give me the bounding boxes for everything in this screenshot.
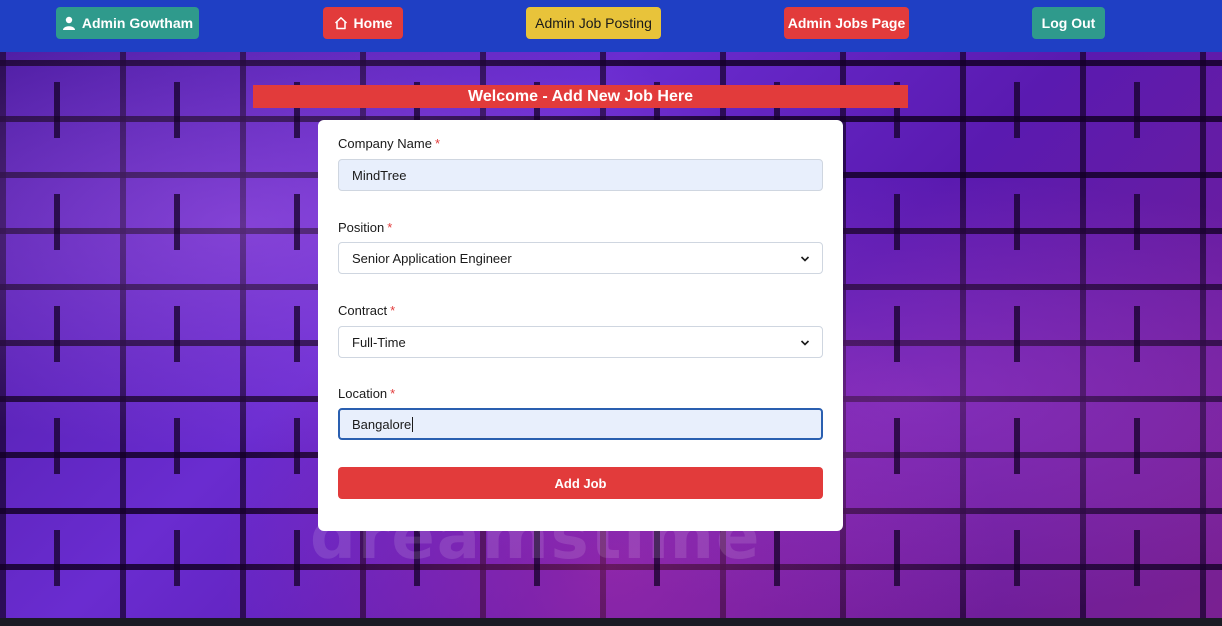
contract-value: Full-Time — [352, 334, 406, 350]
admin-profile-button[interactable]: Admin Gowtham — [56, 7, 199, 39]
contract-label: Contract * — [338, 303, 396, 318]
position-label: Position * — [338, 220, 393, 235]
user-icon — [62, 16, 76, 30]
logout-label: Log Out — [1041, 15, 1096, 31]
location-input[interactable]: Bangalore — [338, 408, 823, 440]
navbar: Admin Gowtham Home Admin Job Posting Adm… — [0, 0, 1222, 52]
location-label: Location * — [338, 386, 396, 401]
chevron-down-icon — [800, 256, 810, 262]
position-select[interactable]: Senior Application Engineer — [338, 242, 823, 274]
admin-jobs-page-button[interactable]: Admin Jobs Page — [784, 7, 909, 39]
company-name-input[interactable]: MindTree — [338, 159, 823, 191]
required-marker: * — [390, 303, 396, 318]
chevron-down-icon — [800, 340, 810, 346]
home-label: Home — [353, 15, 393, 31]
taskbar — [0, 618, 1222, 626]
required-marker: * — [434, 136, 440, 151]
page-title: Welcome - Add New Job Here — [253, 85, 908, 108]
home-icon — [334, 16, 348, 30]
logout-button[interactable]: Log Out — [1032, 7, 1105, 39]
add-job-form: Company Name * MindTree Position * Senior … — [318, 120, 843, 531]
admin-profile-label: Admin Gowtham — [81, 15, 194, 31]
admin-jobs-page-label: Admin Jobs Page — [787, 15, 906, 31]
admin-job-posting-button[interactable]: Admin Job Posting — [526, 7, 661, 39]
home-button[interactable]: Home — [323, 7, 403, 39]
location-value: Bangalore — [352, 416, 412, 432]
company-name-value: MindTree — [352, 167, 407, 183]
contract-select[interactable]: Full-Time — [338, 326, 823, 358]
position-value: Senior Application Engineer — [352, 250, 512, 266]
company-name-label: Company Name * — [338, 136, 440, 151]
text-cursor — [412, 416, 414, 432]
admin-job-posting-label: Admin Job Posting — [535, 15, 652, 31]
required-marker: * — [387, 220, 393, 235]
add-job-button[interactable]: Add Job — [338, 467, 823, 499]
required-marker: * — [390, 386, 396, 401]
